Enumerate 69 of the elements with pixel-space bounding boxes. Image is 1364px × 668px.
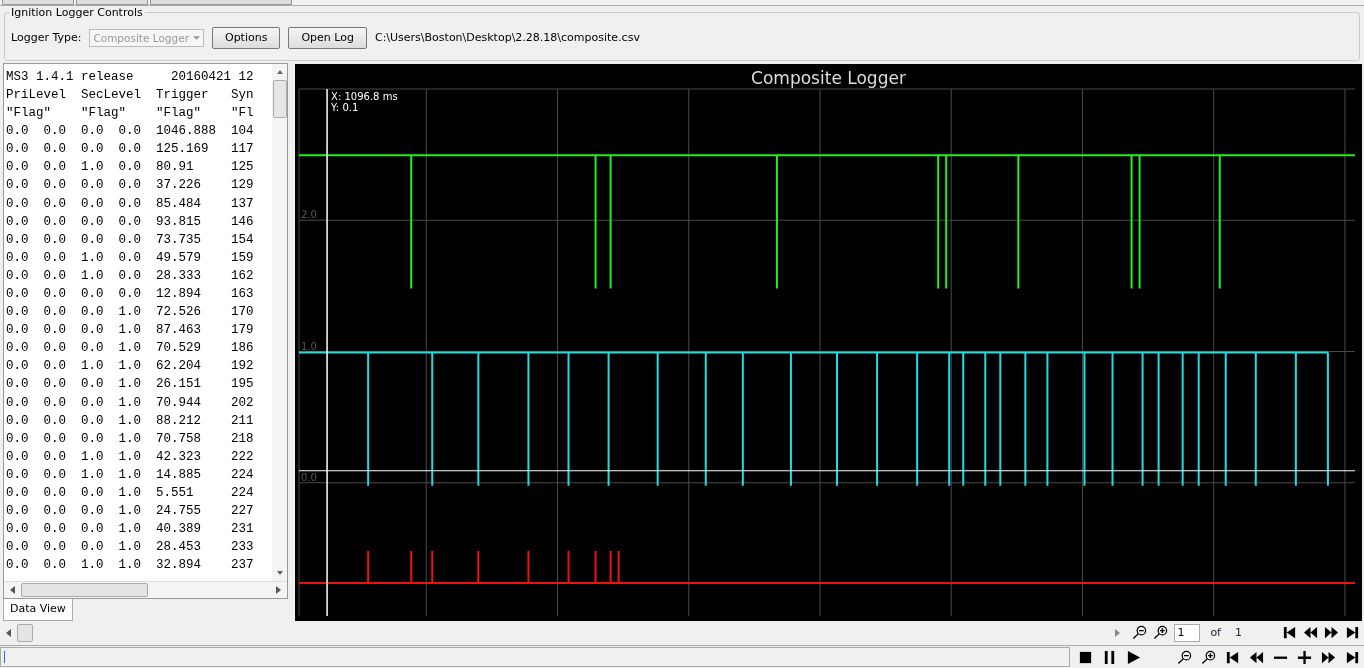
axis-tick-label: 0.0 xyxy=(301,471,317,483)
file-path: C:\Users\Boston\Desktop\2.28.18\composite.csv xyxy=(374,31,640,45)
open-log-button[interactable]: Open Log xyxy=(288,26,367,49)
text-line: 0.0 0.0 0.0 1.0 40.389 231 xyxy=(6,521,255,539)
scroll-thumb[interactable] xyxy=(17,623,33,642)
scroll-thumb[interactable] xyxy=(21,582,148,597)
text-line: 0.0 0.0 1.0 0.0 28.333 162 xyxy=(6,267,255,285)
fast-forward-icon[interactable] xyxy=(1324,625,1339,641)
rewind-icon[interactable] xyxy=(1249,649,1264,665)
scroll-thumb[interactable] xyxy=(272,79,287,118)
field-label: Logger Type: xyxy=(11,31,82,45)
text-line: 0.0 0.0 1.0 1.0 14.885 224 xyxy=(6,466,255,484)
text-line: 0.0 0.0 0.0 0.0 37.226 129 xyxy=(6,177,255,195)
text-line: 0.0 0.0 1.0 0.0 49.579 159 xyxy=(6,249,255,267)
scroll-left-icon[interactable] xyxy=(10,585,15,594)
text-line: 0.0 0.0 0.0 1.0 70.529 186 xyxy=(6,340,255,358)
fast-forward-icon[interactable] xyxy=(1321,649,1336,665)
scroll-right-icon[interactable] xyxy=(276,585,281,594)
cursor-readout: X: 1096.8 ms xyxy=(331,90,398,102)
text-line: 0.0 0.0 0.0 1.0 26.151 195 xyxy=(6,376,255,394)
text-line: 0.0 0.0 0.0 1.0 5.551 224 xyxy=(6,485,255,503)
skip-last-icon[interactable] xyxy=(1345,649,1360,665)
text-line: 0.0 0.0 1.0 1.0 42.323 222 xyxy=(6,448,255,466)
scroll-up-icon[interactable] xyxy=(276,69,283,74)
chart-title: Composite Logger xyxy=(751,67,906,88)
text-line: 0.0 0.0 0.0 1.0 72.526 170 xyxy=(6,304,255,322)
caret-icon xyxy=(192,35,200,40)
text-line: 0.0 0.0 1.0 0.0 80.91 125 xyxy=(6,159,255,177)
text-line: 0.0 0.0 0.0 1.0 70.944 202 xyxy=(6,394,255,412)
page-count-label: of xyxy=(1210,626,1221,640)
tab[interactable]: Data View xyxy=(3,598,73,621)
text-line: 0.0 0.0 0.0 1.0 88.212 211 xyxy=(6,412,255,430)
plus-icon[interactable] xyxy=(1297,649,1312,665)
text-line: MS3 1.4.1 release 20160421 12 xyxy=(6,68,255,86)
stop-icon[interactable] xyxy=(1078,649,1093,665)
text-line: 0.0 0.0 0.0 0.0 93.815 146 xyxy=(6,213,255,231)
skip-first-icon[interactable] xyxy=(1282,625,1297,641)
group-title: Ignition Logger Controls xyxy=(9,6,145,19)
cursor-readout: Y: 0.1 xyxy=(331,102,359,113)
zoom-in-icon[interactable] xyxy=(1201,649,1216,665)
text-line: 0.0 0.0 0.0 0.0 12.894 163 xyxy=(6,286,255,303)
text-line: 0.0 0.0 1.0 1.0 62.204 192 xyxy=(6,358,255,376)
skip-first-icon[interactable] xyxy=(1225,649,1240,665)
scroll-left-icon[interactable] xyxy=(6,628,11,637)
text-line: 0.0 0.0 0.0 1.0 87.463 179 xyxy=(6,322,255,340)
text-line: 0.0 0.0 0.0 0.0 85.484 137 xyxy=(6,195,255,213)
zoom-out-icon[interactable] xyxy=(1177,649,1192,665)
page-field[interactable]: 1 xyxy=(1174,623,1201,642)
text-line: 0.0 0.0 0.0 1.0 28.453 233 xyxy=(6,539,255,557)
zoom-in-icon[interactable] xyxy=(1153,625,1169,641)
text-line: 0.0 0.0 0.0 1.0 70.758 218 xyxy=(6,430,255,448)
axis-tick-label: 2.0 xyxy=(301,209,317,221)
zoom-out-icon[interactable] xyxy=(1132,625,1148,641)
axis-tick-label: 1.0 xyxy=(301,340,317,352)
play-icon[interactable] xyxy=(1126,649,1141,665)
text-line: 0.0 0.0 0.0 1.0 24.755 227 xyxy=(6,503,255,521)
text-line: 0.0 0.0 0.0 0.0 125.169 117 xyxy=(6,141,255,159)
scroll-down-icon[interactable] xyxy=(276,570,283,575)
options-button[interactable]: Options xyxy=(211,26,281,49)
page-total: 1 xyxy=(1235,626,1242,640)
pause-icon[interactable] xyxy=(1102,649,1117,665)
text-line: "Flag" "Flag" "Flag" "Fl xyxy=(6,105,255,123)
text-line: PriLevel SecLevel Trigger Syn xyxy=(6,87,255,104)
scroll-right-icon[interactable] xyxy=(1115,628,1121,637)
skip-last-icon[interactable] xyxy=(1345,625,1360,641)
text-line: 0.0 0.0 0.0 0.0 1046.888 104 xyxy=(6,123,255,141)
rewind-icon[interactable] xyxy=(1303,625,1318,641)
text-line: 0.0 0.0 1.0 1.0 32.894 237 xyxy=(6,557,255,575)
text-line: 0.0 0.0 0.0 0.0 73.735 154 xyxy=(6,231,255,249)
